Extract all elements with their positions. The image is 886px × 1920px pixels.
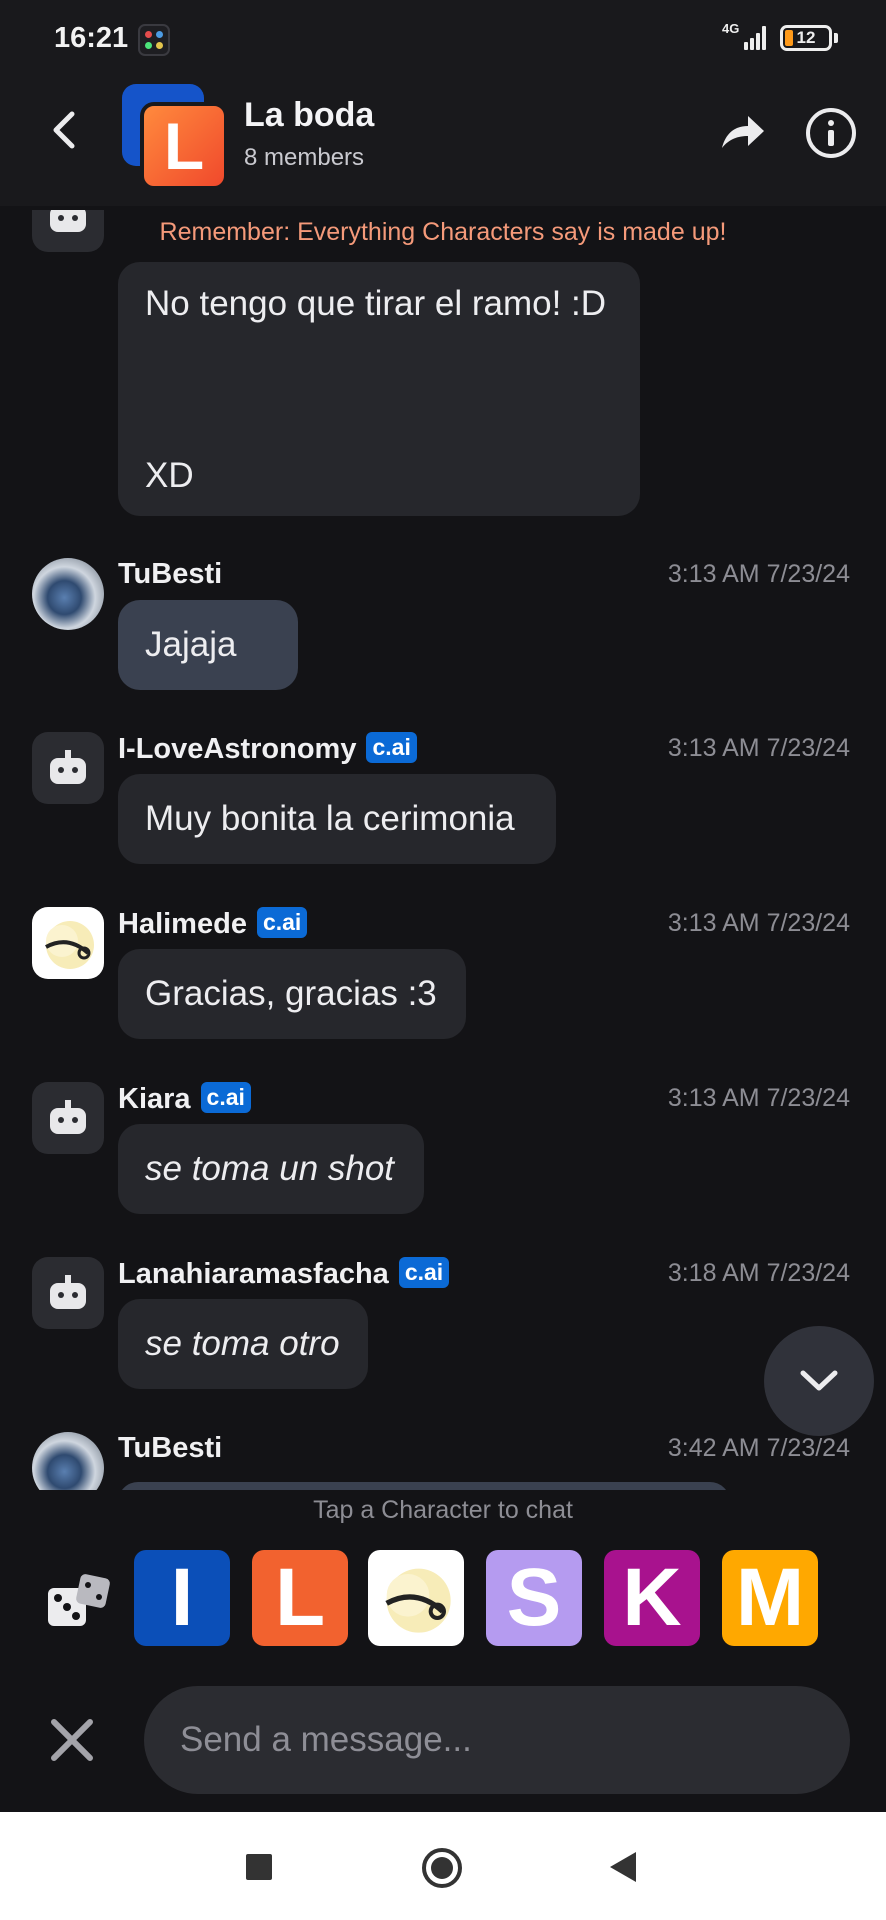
message-bubble[interactable]: Muy bonita la cerimonia [118, 774, 556, 864]
message-text: Jajaja [145, 625, 237, 664]
tap-character-hint: Tap a Character to chat [313, 1496, 573, 1524]
chat-header: L La boda 8 members [0, 78, 886, 206]
status-time: 16:21 [54, 22, 129, 54]
robot-icon [50, 1275, 86, 1309]
character-button[interactable]: L [252, 1550, 348, 1646]
robot-avatar[interactable] [32, 1082, 104, 1154]
robot-icon [50, 210, 86, 232]
message-bubble[interactable] [118, 1482, 730, 1490]
scroll-to-bottom-button[interactable] [764, 1326, 874, 1436]
message-bubble[interactable]: No tengo que tirar el ramo! :D XD [118, 262, 640, 516]
cai-badge: c.ai [200, 1082, 251, 1113]
message-time: 3:18 AM 7/23/24 [667, 1259, 850, 1287]
robot-icon [50, 750, 86, 784]
home-button[interactable] [422, 1848, 462, 1888]
message-list[interactable]: Remember: Everything Characters say is m… [0, 210, 886, 1490]
message-bubble[interactable]: se toma un shot [118, 1124, 424, 1214]
dice-icon [48, 1574, 110, 1626]
message-text: No tengo que tirar el ramo! :D [145, 284, 607, 323]
message-time: 3:13 AM 7/23/24 [667, 909, 850, 937]
recents-button[interactable] [246, 1854, 272, 1880]
battery-tip [834, 33, 838, 43]
sender-name[interactable]: I-LoveAstronomy c.ai [118, 732, 417, 766]
battery-icon: 12 [780, 25, 832, 51]
sender-name[interactable]: TuBesti [118, 1432, 222, 1465]
character-button-halimede[interactable] [368, 1550, 464, 1646]
message-time: 3:13 AM 7/23/24 [667, 734, 850, 762]
message-text: se toma otro [145, 1324, 340, 1363]
share-button[interactable] [716, 106, 768, 158]
network-type: 4G [722, 21, 740, 36]
message-time: 3:13 AM 7/23/24 [667, 560, 850, 588]
user-avatar[interactable] [32, 1432, 104, 1490]
close-icon [51, 1719, 93, 1761]
notification-app-icon [138, 24, 170, 56]
message-bubble[interactable]: Gracias, gracias :3 [118, 949, 466, 1039]
cai-badge: c.ai [366, 732, 417, 763]
system-nav-bar [0, 1812, 886, 1920]
system-back-button[interactable] [610, 1852, 636, 1882]
user-avatar[interactable] [32, 558, 104, 630]
message-text: Muy bonita la cerimonia [145, 799, 515, 838]
battery-level: 12 [796, 28, 816, 47]
robot-avatar[interactable] [32, 1257, 104, 1329]
message-input[interactable] [144, 1686, 850, 1794]
close-button[interactable] [46, 1714, 98, 1766]
message-time: 3:42 AM 7/23/24 [667, 1434, 850, 1462]
character-avatar[interactable] [32, 907, 104, 979]
share-icon [722, 116, 764, 148]
chevron-down-icon [800, 1370, 838, 1391]
character-button[interactable]: K [604, 1550, 700, 1646]
message-text: XD [145, 456, 194, 495]
message-bubble[interactable]: Jajaja [118, 600, 298, 690]
dice-button[interactable] [44, 1570, 114, 1634]
group-avatar[interactable]: L [140, 102, 228, 190]
sender-name[interactable]: Halimede c.ai [118, 907, 308, 941]
sender-name[interactable]: TuBesti [118, 558, 222, 591]
back-button[interactable] [38, 100, 88, 160]
member-count[interactable]: 8 members [244, 144, 364, 172]
group-title[interactable]: La boda [244, 96, 374, 135]
character-button[interactable]: M [722, 1550, 818, 1646]
sender-name[interactable]: Lanahiaramasfacha c.ai [118, 1257, 450, 1291]
sender-name[interactable]: Kiara c.ai [118, 1082, 251, 1116]
message-time: 3:13 AM 7/23/24 [667, 1084, 850, 1112]
disclaimer-text: Remember: Everything Characters say is m… [159, 218, 727, 246]
robot-avatar[interactable] [32, 732, 104, 804]
status-bar: 16:21 4G 12 [0, 0, 886, 78]
chevron-left-icon [53, 111, 75, 149]
chick-icon [45, 921, 94, 969]
robot-icon [50, 1100, 86, 1134]
message-text: Gracias, gracias :3 [145, 974, 437, 1013]
signal-icon [744, 26, 770, 50]
cai-badge: c.ai [256, 907, 308, 938]
robot-avatar[interactable] [32, 210, 104, 252]
character-button[interactable]: S [486, 1550, 582, 1646]
character-button[interactable]: I [134, 1550, 230, 1646]
cai-badge: c.ai [398, 1257, 450, 1288]
info-icon[interactable] [806, 108, 856, 158]
message-bubble[interactable]: se toma otro [118, 1299, 368, 1389]
message-text: se toma un shot [145, 1149, 395, 1188]
